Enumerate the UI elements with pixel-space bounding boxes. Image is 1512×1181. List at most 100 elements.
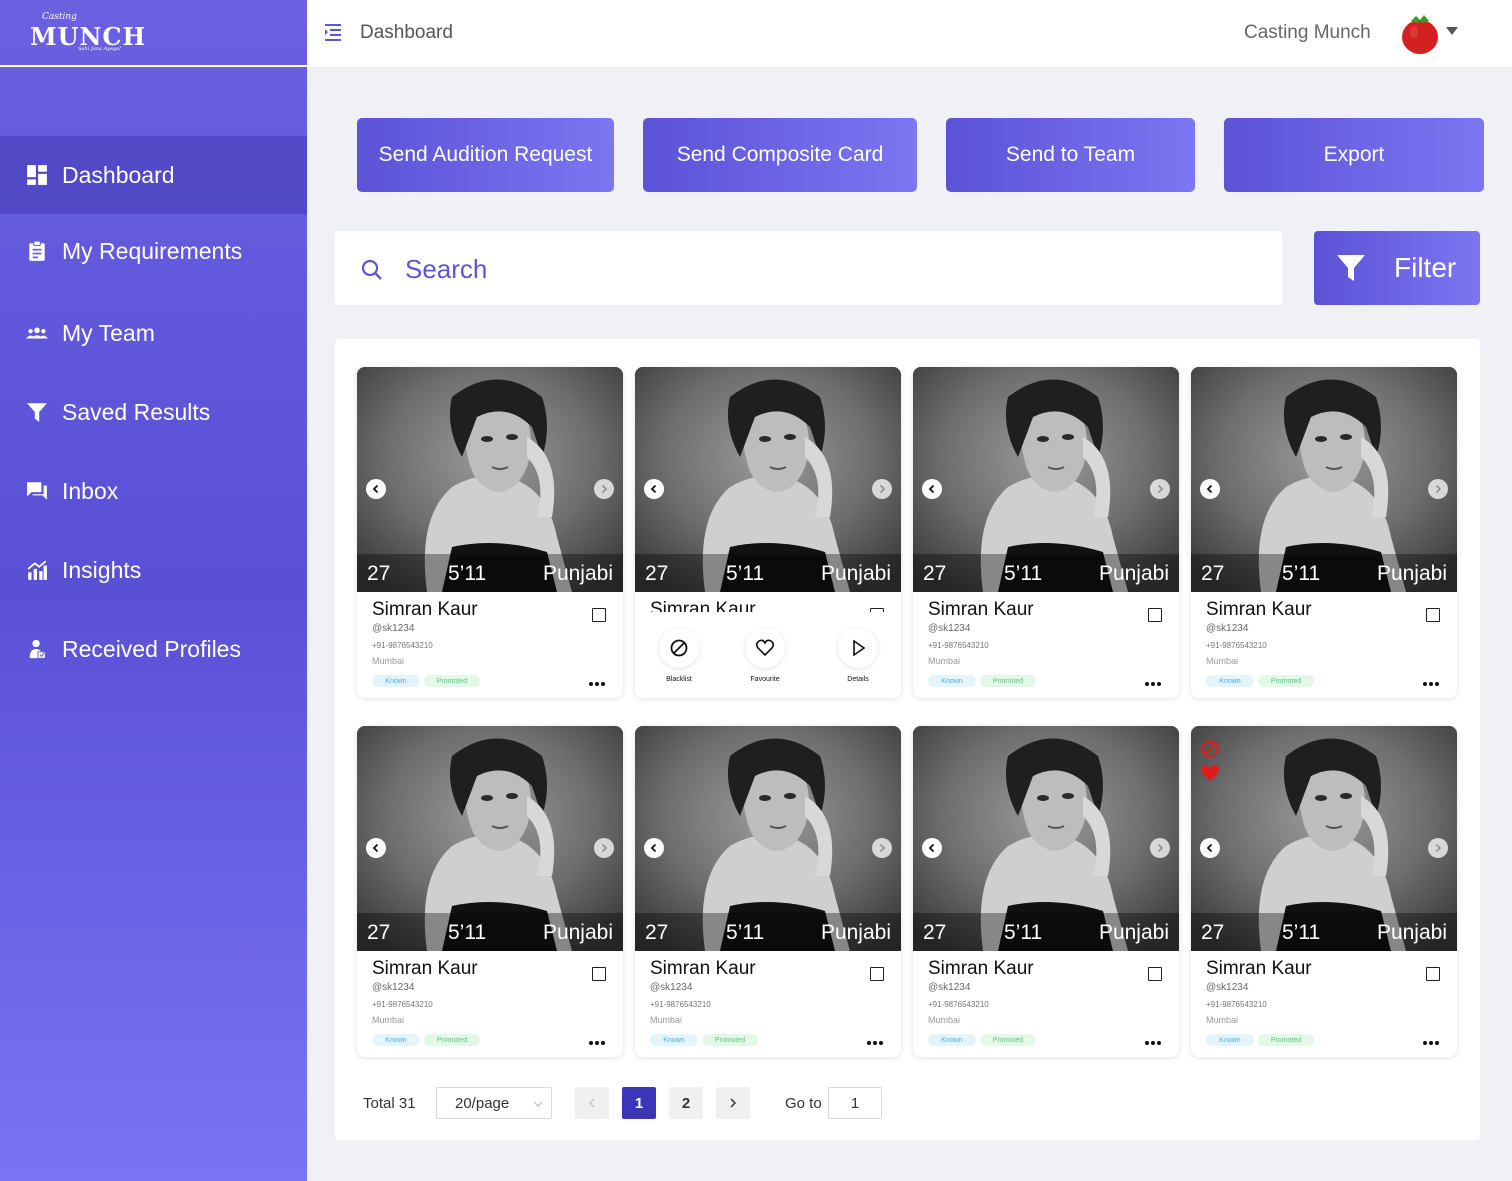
tag-known: Known (1206, 1034, 1254, 1046)
more-options-icon[interactable] (1423, 1032, 1441, 1045)
tag-promoted: Promoted (1258, 675, 1314, 687)
select-checkbox[interactable] (592, 608, 606, 622)
chevron-right-icon (1435, 484, 1442, 494)
profile-card[interactable]: 27 5’11 Punjabi Simran Kaur @sk1234 +91-98765… (1191, 726, 1457, 1057)
profile-handle: @sk1234 (650, 982, 693, 993)
export-button[interactable]: Export (1224, 118, 1484, 192)
blacklist-label: Blacklist (666, 676, 692, 683)
photo-prev-button[interactable] (922, 838, 942, 858)
team-icon (26, 322, 48, 344)
profile-card[interactable]: 27 5’11 Punjabi Simran Kaur @sk1234 +91-98765… (635, 726, 901, 1057)
sidebar-item-received-profiles[interactable]: Received Profiles (0, 610, 307, 688)
profile-card[interactable]: 27 5’11 Punjabi Simran Kaur @sk1234 +91-98765… (913, 367, 1179, 698)
more-options-icon[interactable] (1145, 1032, 1163, 1045)
sidebar-item-my-team[interactable]: My Team (0, 294, 307, 372)
sidebar-item-saved-results[interactable]: Saved Results (0, 373, 307, 451)
blacklisted-icon (1201, 740, 1219, 758)
chevron-right-icon (601, 484, 608, 494)
profile-phone: +91-9876543210 (650, 1000, 711, 1009)
more-options-icon[interactable] (1423, 673, 1441, 686)
photo-prev-button[interactable] (1200, 838, 1220, 858)
language-label: Punjabi (542, 562, 613, 585)
page-size-select[interactable]: 20/page (436, 1087, 552, 1119)
send-audition-request-button[interactable]: Send Audition Request (357, 118, 614, 192)
profile-photo[interactable]: 27 5’11 Punjabi (357, 726, 623, 951)
tag-promoted: Promoted (424, 675, 480, 687)
avatar[interactable] (1401, 12, 1439, 54)
photo-next-button[interactable] (872, 479, 892, 499)
tag-known: Known (372, 675, 420, 687)
photo-next-button[interactable] (1428, 838, 1448, 858)
profile-city: Mumbai (372, 1015, 405, 1025)
photo-next-button[interactable] (1428, 479, 1448, 499)
sidebar-item-insights[interactable]: Insights (0, 531, 307, 609)
page-title: Dashboard (360, 22, 453, 43)
search-input[interactable] (405, 249, 1205, 289)
tag-known: Known (1206, 675, 1254, 687)
age-label: 27 (1201, 562, 1225, 585)
page-button-1[interactable]: 1 (622, 1087, 656, 1119)
photo-prev-button[interactable] (644, 479, 664, 499)
photo-prev-button[interactable] (922, 479, 942, 499)
more-options-icon[interactable] (589, 1032, 607, 1045)
sidebar-item-dashboard[interactable]: Dashboard (0, 136, 307, 214)
details-action[interactable]: Details (828, 628, 888, 683)
photo-next-button[interactable] (872, 838, 892, 858)
caret-down-icon[interactable] (1446, 26, 1458, 36)
search-icon (361, 259, 382, 280)
photo-next-button[interactable] (594, 479, 614, 499)
profile-photo[interactable]: 27 5’11 Punjabi (357, 367, 623, 592)
select-checkbox[interactable] (1426, 608, 1440, 622)
profile-photo[interactable]: 27 5’11 Punjabi (913, 726, 1179, 951)
profile-photo[interactable]: 27 5’11 Punjabi (1191, 726, 1457, 951)
photo-next-button[interactable] (1150, 838, 1170, 858)
send-to-team-button[interactable]: Send to Team (946, 118, 1195, 192)
language-label: Punjabi (1098, 921, 1169, 944)
filter-icon (26, 401, 48, 423)
photo-prev-button[interactable] (366, 479, 386, 499)
select-checkbox[interactable] (592, 967, 606, 981)
height-label: 5’11 (1282, 562, 1321, 585)
select-checkbox[interactable] (870, 967, 884, 981)
send-composite-card-button[interactable]: Send Composite Card (643, 118, 917, 192)
chevron-left-icon (372, 843, 379, 853)
photo-prev-button[interactable] (644, 838, 664, 858)
more-options-icon[interactable] (1145, 673, 1163, 686)
card-hover-actions: Blacklist Favourite Details (635, 612, 901, 698)
photo-next-button[interactable] (594, 838, 614, 858)
favourite-action[interactable]: Favourite (735, 628, 795, 683)
profile-photo[interactable]: 27 5’11 Punjabi (1191, 367, 1457, 592)
goto-input[interactable] (828, 1087, 882, 1119)
profile-card[interactable]: 27 5’11 Punjabi Simran Kaur @sk1234 +91-98765… (913, 726, 1179, 1057)
dashboard-icon (26, 164, 48, 186)
user-name[interactable]: Casting Munch (1244, 22, 1371, 44)
photo-prev-button[interactable] (1200, 479, 1220, 499)
logo-tagline: Sahi Jana Ayega! (78, 46, 121, 52)
profile-photo[interactable]: 27 5’11 Punjabi (635, 726, 901, 951)
filter-button[interactable]: Filter (1314, 231, 1480, 305)
profile-card[interactable]: 27 5’11 Punjabi Simran Kaur @sk1234 +91-98765… (357, 367, 623, 698)
blacklist-action[interactable]: Blacklist (649, 628, 709, 683)
select-checkbox[interactable] (1426, 967, 1440, 981)
sidebar-item-my-requirements[interactable]: My Requirements (0, 212, 307, 290)
profile-photo[interactable]: 27 5’11 Punjabi (913, 367, 1179, 592)
profile-photo[interactable]: 27 5’11 Punjabi (635, 367, 901, 592)
favourite-label: Favourite (750, 676, 780, 683)
profile-city: Mumbai (1206, 656, 1239, 666)
photo-next-button[interactable] (1150, 479, 1170, 499)
chevron-right-icon (1157, 484, 1164, 494)
more-options-icon[interactable] (589, 673, 607, 686)
profile-card[interactable]: 27 5’11 Punjabi Simran Kaur @sk1234 +91-98765… (357, 726, 623, 1057)
profile-card[interactable]: 27 5’11 Punjabi Simran Kaur @sk1234 +91-98765… (1191, 367, 1457, 698)
play-icon (853, 639, 866, 657)
page-button-2[interactable]: 2 (669, 1087, 703, 1119)
prev-page-button[interactable] (575, 1087, 609, 1119)
select-checkbox[interactable] (1148, 967, 1162, 981)
sidebar-item-inbox[interactable]: Inbox (0, 452, 307, 530)
menu-fold-icon[interactable] (325, 22, 343, 42)
photo-prev-button[interactable] (366, 838, 386, 858)
more-options-icon[interactable] (867, 1032, 885, 1045)
next-page-button[interactable] (716, 1087, 750, 1119)
profile-card[interactable]: 27 5’11 Punjabi Simran Kaur Blacklist Favouri… (635, 367, 901, 698)
select-checkbox[interactable] (1148, 608, 1162, 622)
